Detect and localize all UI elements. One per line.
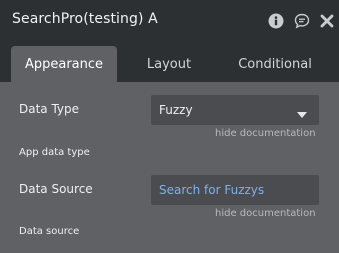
data-type-value: Fuzzy [159, 103, 193, 117]
tab-label: Appearance [24, 56, 104, 72]
tab-label: Conditional [238, 56, 312, 72]
comment-icon[interactable] [294, 13, 310, 29]
property-editor-panel: SearchPro(testing) A Appearance Layout C… [0, 0, 339, 253]
panel-title: SearchPro(testing) A [12, 11, 158, 27]
hide-documentation-link[interactable]: hide documentation [215, 208, 316, 219]
hide-documentation-link[interactable]: hide documentation [215, 128, 316, 139]
data-source-field[interactable]: Search for Fuzzys [151, 175, 319, 205]
data-source-description: Data source [19, 226, 80, 237]
info-icon[interactable] [268, 13, 284, 29]
panel-titlebar: SearchPro(testing) A [0, 0, 339, 44]
tab-layout[interactable]: Layout [117, 46, 221, 82]
tab-label: Layout [146, 56, 192, 72]
tab-conditional[interactable]: Conditional [221, 46, 329, 82]
data-type-dropdown[interactable]: Fuzzy [151, 95, 319, 125]
data-source-label: Data Source [19, 182, 93, 196]
chevron-down-icon [297, 107, 307, 121]
tab-bar: Appearance Layout Conditional [0, 44, 339, 82]
data-type-description: App data type [19, 147, 90, 158]
close-icon[interactable] [319, 13, 335, 29]
data-source-value: Search for Fuzzys [159, 183, 265, 197]
tab-appearance[interactable]: Appearance [11, 46, 117, 82]
data-type-label: Data Type [19, 102, 80, 116]
